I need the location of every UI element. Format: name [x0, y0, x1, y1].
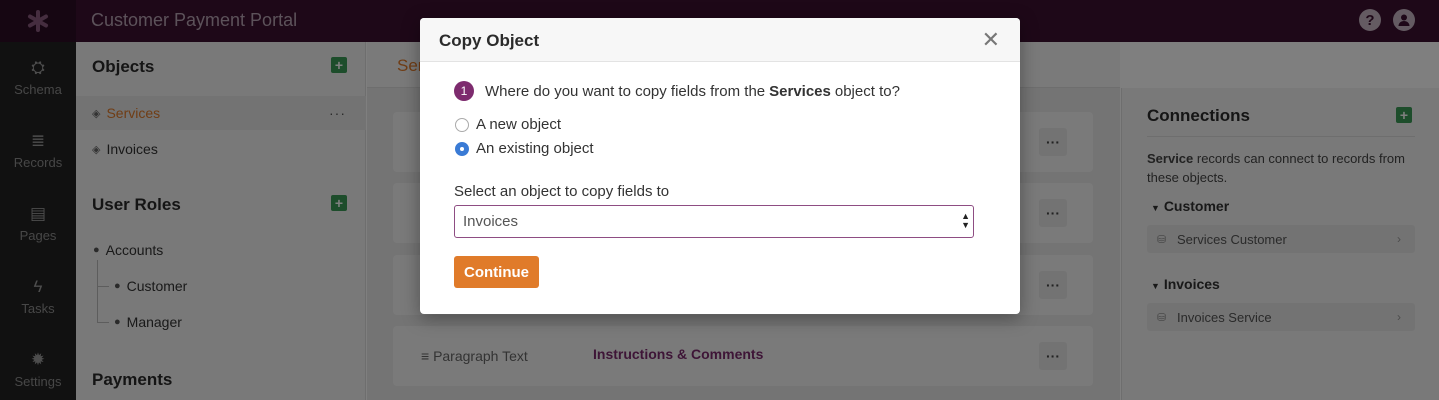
question-text-post: object to? — [834, 82, 900, 100]
radio-button-checked[interactable] — [455, 141, 469, 156]
question-object-name: Services — [769, 82, 831, 100]
question-text-pre: Where do you want to copy fields from th… — [485, 82, 766, 100]
select-arrows-icon: ▲ ▼ — [961, 211, 970, 230]
option-label: An existing object — [476, 140, 594, 157]
continue-button[interactable]: Continue — [454, 256, 539, 288]
step-question: 1 Where do you want to copy fields from … — [454, 81, 900, 101]
object-select[interactable]: Invoices ▲ ▼ — [454, 205, 974, 238]
radio-button[interactable] — [455, 117, 469, 132]
select-label: Select an object to copy fields to — [454, 183, 670, 200]
modal-title: Copy Object — [439, 31, 540, 50]
select-value: Invoices — [463, 213, 519, 230]
option-label: A new object — [476, 116, 562, 133]
option-existing-object[interactable]: An existing object — [455, 140, 594, 157]
copy-object-modal: Copy Object ✕ 1 Where do you want to cop… — [420, 18, 1020, 314]
modal-header: Copy Object ✕ — [420, 18, 1020, 62]
option-new-object[interactable]: A new object — [455, 116, 561, 133]
close-icon[interactable]: ✕ — [982, 27, 1000, 53]
step-badge: 1 — [454, 81, 474, 101]
